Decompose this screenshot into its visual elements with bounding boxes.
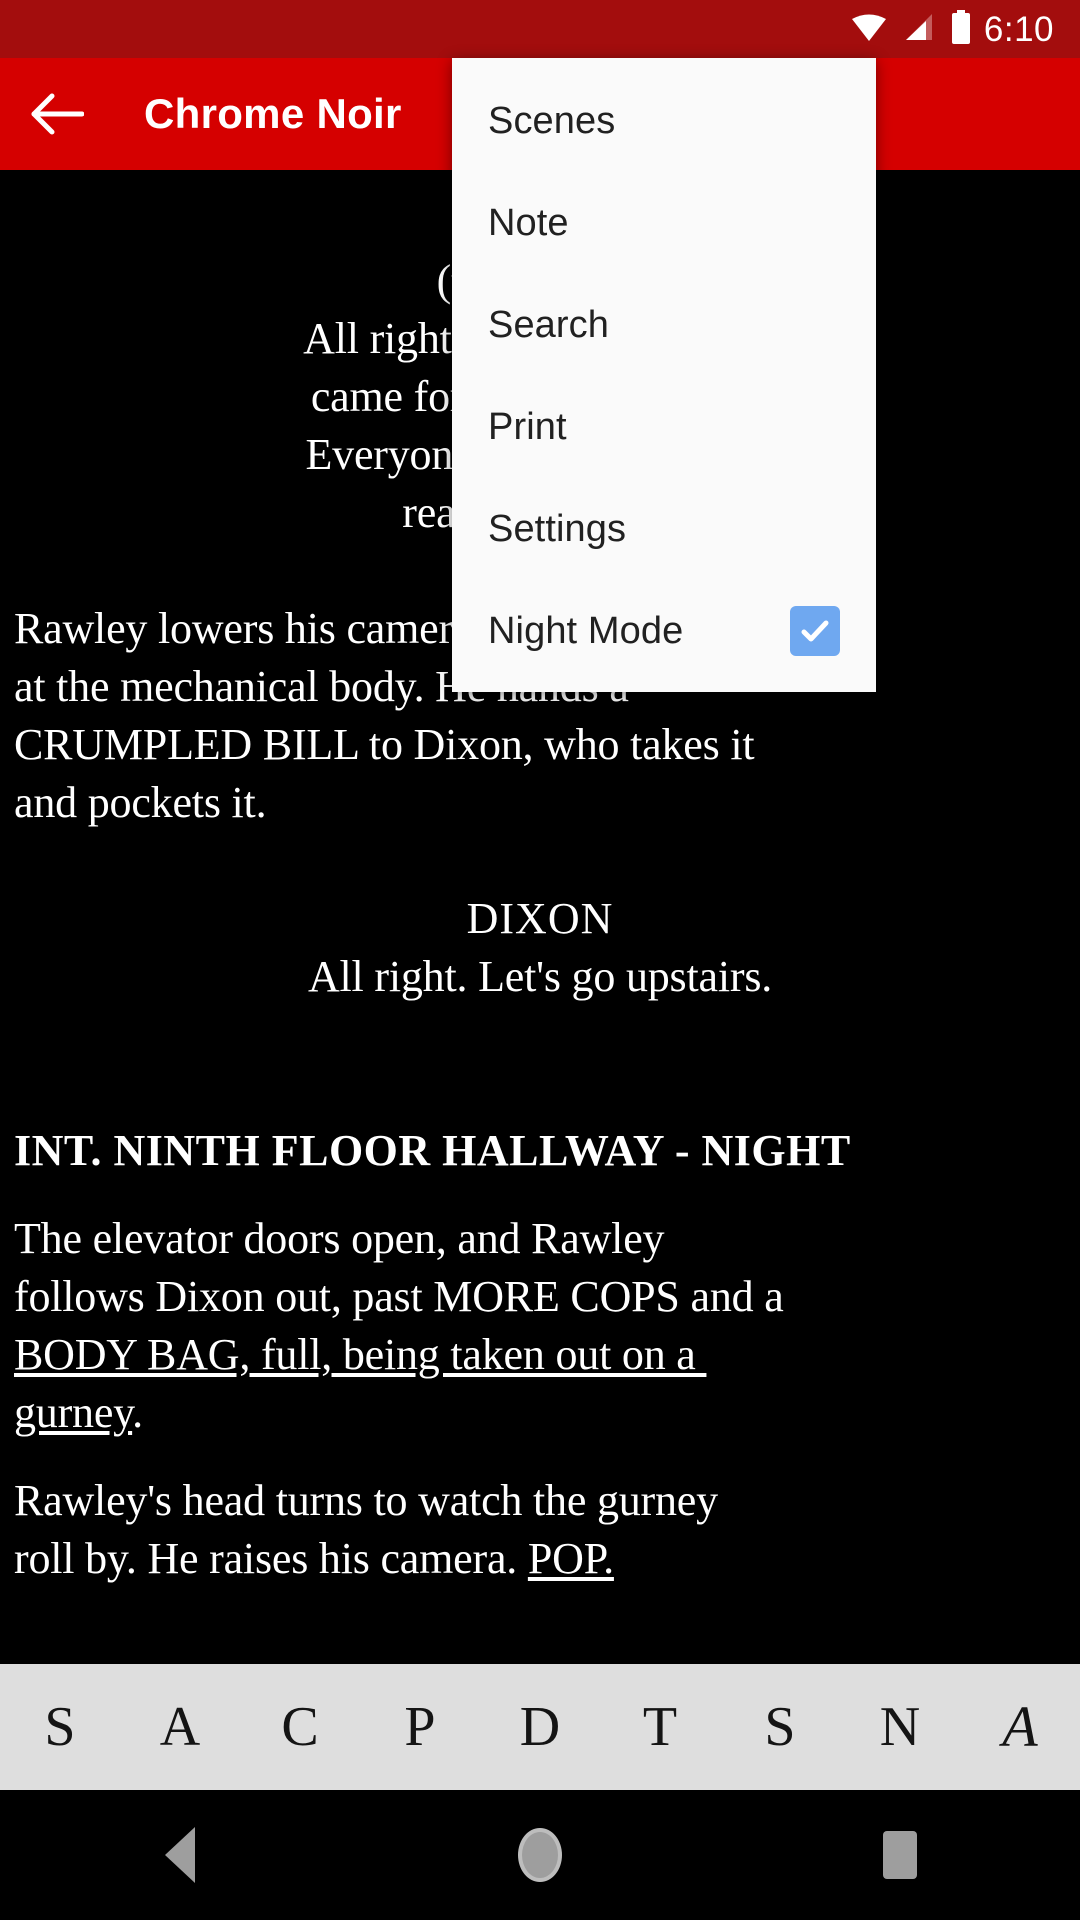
action-line: Rawley's head turns to watch the gurney	[14, 1476, 718, 1525]
status-clock: 6:10	[983, 9, 1054, 49]
circle-icon	[518, 1828, 562, 1882]
menu-item-note[interactable]: Note	[452, 172, 876, 274]
underlined-text: POP.	[527, 1534, 614, 1583]
action-line: gurney.	[14, 1384, 1066, 1442]
nav-back-button[interactable]	[80, 1790, 280, 1920]
character-line: DIXON	[466, 894, 614, 943]
scene-key[interactable]: S	[0, 1664, 120, 1790]
action-line: BODY BAG, full, being taken out on a	[14, 1326, 1066, 1384]
nav-home-button[interactable]	[440, 1790, 640, 1920]
underlined-text: BODY BAG, full, being taken out on a	[14, 1330, 707, 1379]
menu-item-label: Note	[488, 201, 569, 244]
menu-item-settings[interactable]: Settings	[452, 478, 876, 580]
menu-item-scenes[interactable]: Scenes	[452, 70, 876, 172]
parenthetical-key[interactable]: P	[360, 1664, 480, 1790]
menu-item-label: Scenes	[488, 99, 616, 142]
menu-item-label: Search	[488, 303, 610, 346]
plain-text: roll by. He raises his camera.	[14, 1534, 528, 1583]
action-line: The elevator doors open, and Rawley	[14, 1214, 665, 1263]
check-icon	[801, 620, 829, 642]
dialogue-line: All right. Let's go upstairs.	[307, 952, 773, 1001]
menu-item-label: Settings	[488, 507, 627, 550]
square-icon	[883, 1831, 917, 1879]
status-bar: 6:10	[0, 0, 1080, 58]
signal-icon	[902, 12, 936, 47]
android-navigation-bar	[0, 1790, 1080, 1920]
menu-item-label: Night Mode	[488, 609, 684, 652]
arrow-left-icon	[31, 93, 84, 135]
font-size-key[interactable]: A	[960, 1664, 1080, 1790]
transition-key[interactable]: T	[600, 1664, 720, 1790]
page-title: Chrome Noir	[144, 90, 402, 137]
underlined-text: gurney	[14, 1388, 133, 1437]
action-key[interactable]: A	[120, 1664, 240, 1790]
note-key[interactable]: N	[840, 1664, 960, 1790]
overflow-menu[interactable]: Scenes Note Search Print Settings Night Mode	[452, 58, 876, 692]
plain-text: .	[132, 1388, 143, 1437]
menu-item-search[interactable]: Search	[452, 274, 876, 376]
menu-item-print[interactable]: Print	[452, 376, 876, 478]
back-button[interactable]	[0, 58, 112, 170]
battery-icon	[950, 9, 972, 49]
scene-heading: INT. NINTH FLOOR HALLWAY - NIGHT	[14, 1126, 851, 1175]
action-line: follows Dixon out, past MORE COPS and a	[14, 1272, 784, 1321]
element-type-toolbar[interactable]: SACPDTSNA	[0, 1664, 1080, 1790]
action-line: CRUMPLED BILL to Dixon, who takes it	[14, 720, 755, 769]
dialogue-key[interactable]: D	[480, 1664, 600, 1790]
phone-screen: 6:10 Chrome Noir DIXON(to Rawley)All rig…	[0, 0, 1080, 1920]
wifi-icon	[850, 12, 888, 47]
menu-item-label: Print	[488, 405, 567, 448]
character-key[interactable]: C	[240, 1664, 360, 1790]
action-line: roll by. He raises his camera. POP.	[14, 1530, 1066, 1588]
menu-item-night-mode[interactable]: Night Mode	[452, 580, 876, 682]
night-mode-checkbox[interactable]	[790, 606, 840, 656]
status-icon-group	[850, 9, 972, 49]
action-line: and pockets it.	[14, 778, 267, 827]
nav-recents-button[interactable]	[800, 1790, 1000, 1920]
triangle-left-icon	[165, 1827, 195, 1883]
shot-key[interactable]: S	[720, 1664, 840, 1790]
